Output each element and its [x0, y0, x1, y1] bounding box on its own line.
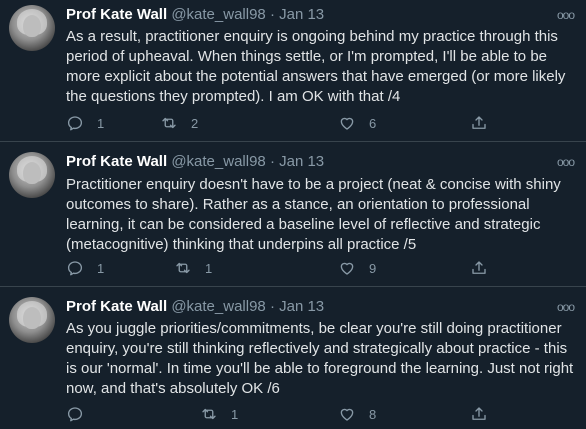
retweet-count: 1	[231, 406, 239, 422]
divider	[0, 141, 586, 142]
tweet-actions: 1 8	[66, 404, 576, 424]
like-count: 6	[369, 115, 377, 131]
retweet-button[interactable]: 1	[174, 258, 212, 278]
separator: ·	[269, 153, 275, 170]
share-icon	[472, 407, 486, 420]
retweet-icon	[202, 408, 216, 420]
reply-button[interactable]: 1	[66, 258, 104, 278]
share-icon	[472, 261, 486, 274]
like-icon	[340, 117, 354, 130]
like-icon	[340, 262, 354, 275]
separator: ·	[269, 6, 275, 23]
avatar[interactable]	[9, 152, 55, 198]
reply-button[interactable]	[66, 404, 97, 424]
retweet-button[interactable]: 2	[160, 113, 198, 133]
avatar[interactable]	[9, 5, 55, 51]
author-name[interactable]: Prof Kate Wall	[66, 153, 167, 170]
share-button[interactable]	[470, 404, 488, 424]
like-button[interactable]: 9	[338, 258, 376, 278]
tweet-header: Prof Kate Wall @kate_wall98 · Jan 13	[66, 5, 324, 25]
reply-count: 1	[97, 260, 105, 276]
tweet-text: Practitioner enquiry doesn't have to be …	[66, 176, 561, 253]
retweet-button[interactable]: 1	[200, 404, 238, 424]
reply-icon	[67, 261, 83, 276]
share-button[interactable]	[470, 113, 488, 133]
avatar[interactable]	[9, 297, 55, 343]
tweet-header: Prof Kate Wall @kate_wall98 · Jan 13	[66, 152, 324, 172]
more-icon[interactable]: ooo	[557, 152, 575, 172]
like-icon	[340, 408, 354, 421]
reply-count: 1	[97, 115, 105, 131]
separator: ·	[269, 298, 275, 315]
tweet-actions: 1 1 9	[66, 258, 576, 278]
tweet-date[interactable]: Jan 13	[279, 153, 324, 170]
reply-icon	[67, 116, 83, 131]
author-handle[interactable]: @kate_wall98	[171, 153, 265, 170]
retweet-count: 1	[205, 260, 213, 276]
share-button[interactable]	[470, 258, 488, 278]
tweet-text: As you juggle priorities/commitments, be…	[66, 320, 574, 397]
more-icon[interactable]: ooo	[557, 297, 575, 317]
divider	[0, 286, 586, 287]
author-name[interactable]: Prof Kate Wall	[66, 298, 167, 315]
tweet-date[interactable]: Jan 13	[279, 298, 324, 315]
like-count: 9	[369, 260, 377, 276]
like-button[interactable]: 6	[338, 113, 376, 133]
author-handle[interactable]: @kate_wall98	[171, 6, 265, 23]
reply-icon	[67, 407, 83, 422]
tweet-actions: 1 2 6	[66, 113, 576, 133]
like-button[interactable]: 8	[338, 404, 376, 424]
retweet-icon	[162, 117, 176, 129]
tweet-text: As a result, practitioner enquiry is ong…	[66, 28, 566, 105]
author-name[interactable]: Prof Kate Wall	[66, 6, 167, 23]
more-icon[interactable]: ooo	[557, 5, 575, 25]
like-count: 8	[369, 406, 377, 422]
reply-button[interactable]: 1	[66, 113, 104, 133]
retweet-icon	[176, 262, 190, 274]
tweet-header: Prof Kate Wall @kate_wall98 · Jan 13	[66, 297, 324, 317]
tweet-date[interactable]: Jan 13	[279, 6, 324, 23]
retweet-count: 2	[191, 115, 199, 131]
share-icon	[472, 116, 486, 129]
author-handle[interactable]: @kate_wall98	[171, 298, 265, 315]
